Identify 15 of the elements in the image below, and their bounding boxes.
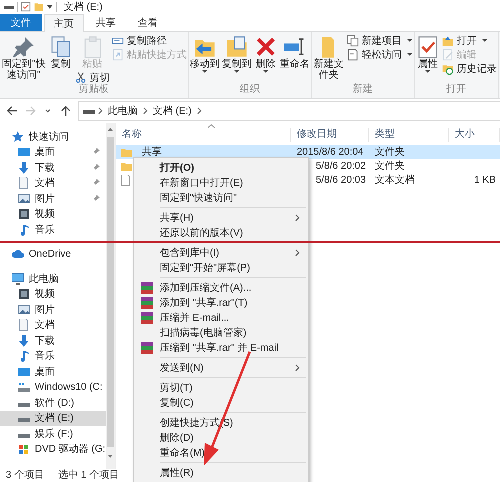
group-label: 打开 — [446, 84, 468, 95]
table-cell-text: 文本文档 — [374, 174, 416, 187]
table-cell-text: 2015/8/6 20:04 — [296, 146, 365, 158]
table-cell-text: 文件夹 — [374, 160, 406, 173]
group-label: 剪贴板 — [78, 84, 110, 95]
window-title: 文档 (E:) — [64, 0, 103, 14]
table-cell-text: 1 KB — [473, 174, 497, 186]
table-cell-text: 文件夹 — [374, 146, 406, 159]
group-label: 组织 — [239, 84, 261, 95]
file-name: 共享 — [141, 146, 162, 159]
status-text: 3 个项目 — [6, 469, 44, 482]
table-cell-text: 5/8/6 20:03 — [315, 174, 368, 186]
status-text: 选中 1 个项目 — [58, 468, 120, 482]
group-label: 新建 — [352, 84, 374, 95]
table-cell-text: 5/8/6 20:02 — [315, 160, 368, 172]
